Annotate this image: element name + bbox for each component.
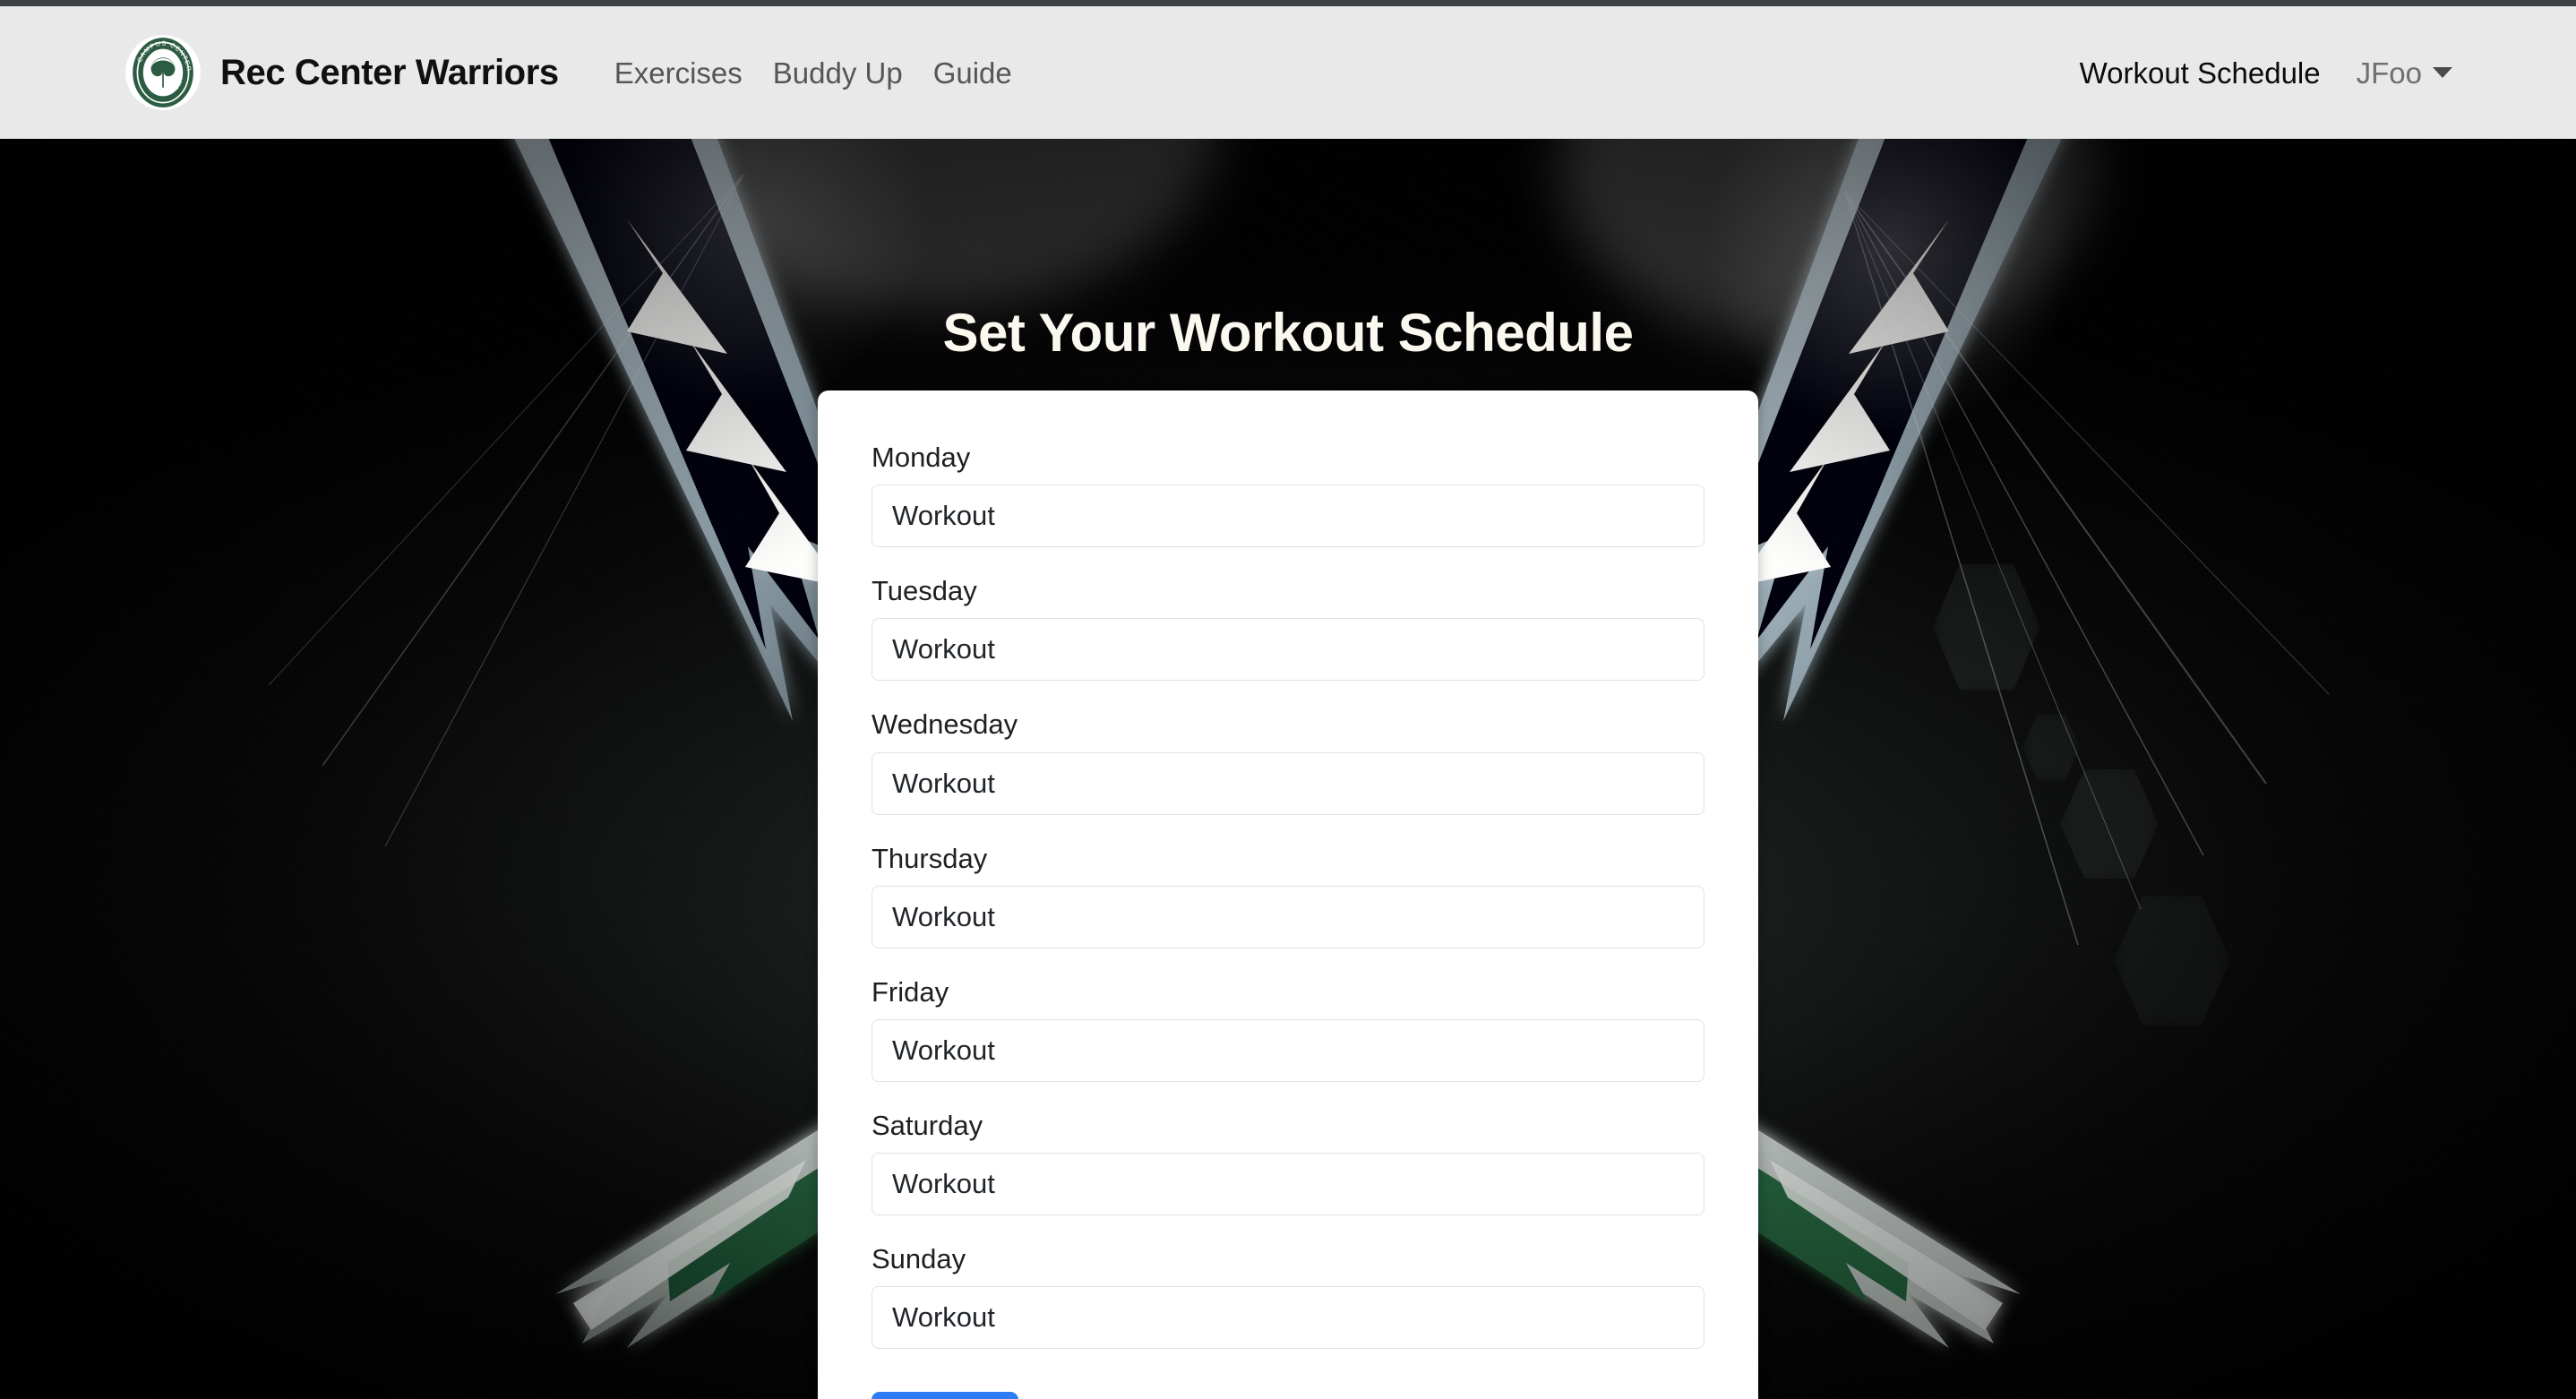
label-sunday: Sunday [872, 1243, 966, 1275]
user-name-label: JFoo [2356, 56, 2422, 90]
page-title: Set Your Workout Schedule [942, 303, 1634, 363]
form-group-thursday: Thursday [872, 842, 1704, 948]
input-monday[interactable] [872, 485, 1704, 548]
form-group-sunday: Sunday [872, 1242, 1704, 1350]
input-sunday[interactable] [872, 1286, 1704, 1350]
browser-chrome-strip [0, 0, 2576, 6]
primary-nav: Exercises Buddy Up Guide [599, 58, 1027, 88]
form-group-wednesday: Wednesday [872, 708, 1704, 815]
label-friday: Friday [872, 975, 949, 1008]
nav-item-user-menu: JFoo [2340, 58, 2470, 88]
form-group-tuesday: Tuesday [872, 574, 1704, 682]
nav-link-workout-schedule[interactable]: Workout Schedule [2060, 56, 2340, 90]
nav-item-workout-schedule: Workout Schedule [2060, 58, 2340, 88]
nav-item-guide: Guide [918, 58, 1027, 88]
user-dropdown-toggle[interactable]: JFoo [2340, 58, 2470, 88]
brand-link[interactable]: CAMPUS CENTER COMPLEX Rec Center Warrior… [125, 35, 559, 110]
form-group-friday: Friday [872, 975, 1704, 1082]
input-tuesday[interactable] [872, 618, 1704, 682]
chevron-down-icon [2433, 67, 2452, 78]
form-group-monday: Monday [872, 441, 1704, 548]
campus-center-complex-logo-icon: CAMPUS CENTER COMPLEX [125, 35, 201, 110]
label-tuesday: Tuesday [872, 575, 977, 607]
input-saturday[interactable] [872, 1153, 1704, 1216]
label-thursday: Thursday [872, 842, 988, 874]
top-navbar: CAMPUS CENTER COMPLEX Rec Center Warrior… [0, 6, 2576, 139]
hero-section: Set Your Workout Schedule Monday Tuesday… [0, 139, 2576, 1399]
nav-item-buddy-up: Buddy Up [758, 58, 918, 88]
form-group-saturday: Saturday [872, 1109, 1704, 1216]
nav-link-buddy-up[interactable]: Buddy Up [758, 56, 918, 90]
nav-link-guide[interactable]: Guide [918, 56, 1027, 90]
input-thursday[interactable] [872, 885, 1704, 948]
label-wednesday: Wednesday [872, 708, 1018, 741]
label-monday: Monday [872, 442, 971, 473]
submit-button[interactable]: Submit [872, 1392, 1019, 1399]
nav-link-exercises[interactable]: Exercises [599, 56, 758, 90]
label-saturday: Saturday [872, 1109, 983, 1141]
nav-item-exercises: Exercises [599, 58, 758, 88]
input-wednesday[interactable] [872, 751, 1704, 815]
brand-name: Rec Center Warriors [220, 52, 559, 92]
workout-schedule-form-card: Monday Tuesday Wednesday Thursday Friday… [818, 391, 1758, 1399]
input-friday[interactable] [872, 1018, 1704, 1082]
secondary-nav: Workout Schedule JFoo [2060, 58, 2470, 88]
